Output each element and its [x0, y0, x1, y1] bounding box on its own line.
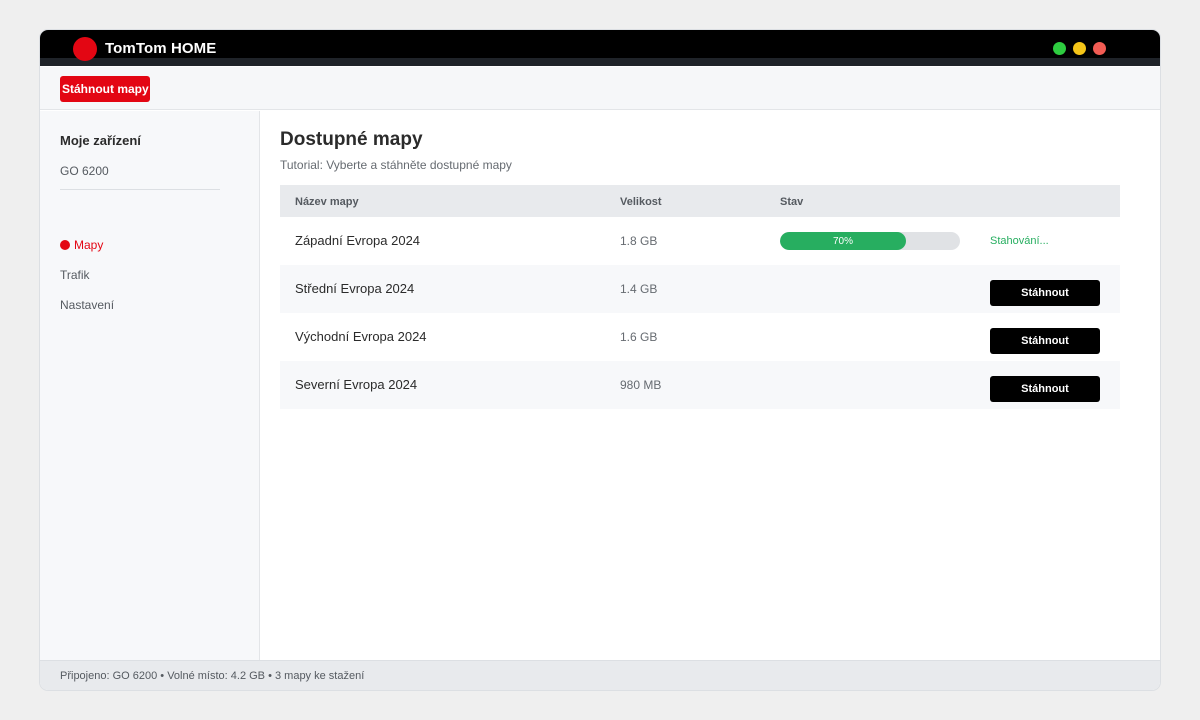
minimize-button[interactable]	[1073, 42, 1086, 55]
sidebar-item-label: Nastavení	[60, 298, 115, 312]
maximize-button[interactable]	[1053, 42, 1066, 55]
table-row: Severní Evropa 2024 980 MB Stáhnout	[280, 361, 1120, 409]
status-bar: Připojeno: GO 6200 • Volné místo: 4.2 GB…	[40, 660, 1160, 690]
device-heading: Moje zařízení	[60, 133, 141, 148]
progress-percent: 70%	[832, 236, 853, 247]
download-button[interactable]: Stáhnout	[990, 328, 1100, 354]
map-size: 980 MB	[620, 378, 662, 392]
app-title: TomTom HOME	[105, 40, 217, 57]
table-header: Název mapy Velikost Stav	[280, 185, 1120, 217]
page-title: Dostupné mapy	[280, 129, 423, 150]
table-row: Západní Evropa 2024 1.8 GB 70% Stahování…	[280, 217, 1120, 265]
title-bar-divider	[40, 58, 1160, 66]
download-maps-button[interactable]: Stáhnout mapy	[60, 76, 150, 102]
sidebar-item-settings[interactable]: Nastavení	[60, 298, 114, 312]
column-header-name: Název mapy	[295, 196, 359, 208]
status-bar-text: Připojeno: GO 6200 • Volné místo: 4.2 GB…	[60, 670, 365, 682]
column-header-size: Velikost	[620, 196, 662, 208]
column-header-status: Stav	[780, 196, 804, 208]
title-bar: TomTom HOME	[40, 30, 1160, 66]
close-button[interactable]	[1093, 42, 1106, 55]
device-name[interactable]: GO 6200	[60, 164, 109, 178]
progress-fill: 70%	[780, 232, 906, 250]
download-button[interactable]: Stáhnout	[990, 376, 1100, 402]
tomtom-logo-icon	[73, 37, 97, 61]
table-row: Východní Evropa 2024 1.6 GB Stáhnout	[280, 313, 1120, 361]
sidebar-item-label: Trafik	[60, 268, 90, 282]
map-name: Západní Evropa 2024	[295, 233, 421, 248]
map-name: Východní Evropa 2024	[295, 329, 427, 344]
maps-table: Název mapy Velikost Stav Západní Evropa …	[280, 185, 1120, 409]
sidebar-divider	[60, 189, 220, 190]
sidebar-item-traffic[interactable]: Trafik	[60, 268, 90, 282]
map-size: 1.8 GB	[620, 234, 658, 248]
download-button[interactable]: Stáhnout	[990, 280, 1100, 306]
map-size: 1.6 GB	[620, 330, 658, 344]
active-dot-icon	[60, 240, 70, 250]
sidebar-item-label: Mapy	[74, 238, 104, 252]
toolbar: Stáhnout mapy	[40, 67, 1160, 110]
sidebar: Moje zařízení GO 6200 Mapy Trafik Nastav…	[40, 111, 260, 660]
table-row: Střední Evropa 2024 1.4 GB Stáhnout	[280, 265, 1120, 313]
map-name: Střední Evropa 2024	[295, 281, 415, 296]
page-subtitle: Tutorial: Vyberte a stáhněte dostupné ma…	[280, 158, 512, 172]
sidebar-item-maps[interactable]: Mapy	[60, 238, 103, 252]
map-name: Severní Evropa 2024	[295, 377, 418, 392]
download-status: Stahování...	[990, 235, 1049, 247]
download-progress-bar: 70%	[780, 232, 960, 250]
app-window: TomTom HOME Stáhnout mapy Moje zařízení …	[40, 30, 1160, 690]
main-content: Dostupné mapy Tutorial: Vyberte a stáhně…	[261, 111, 1160, 660]
map-size: 1.4 GB	[620, 282, 658, 296]
